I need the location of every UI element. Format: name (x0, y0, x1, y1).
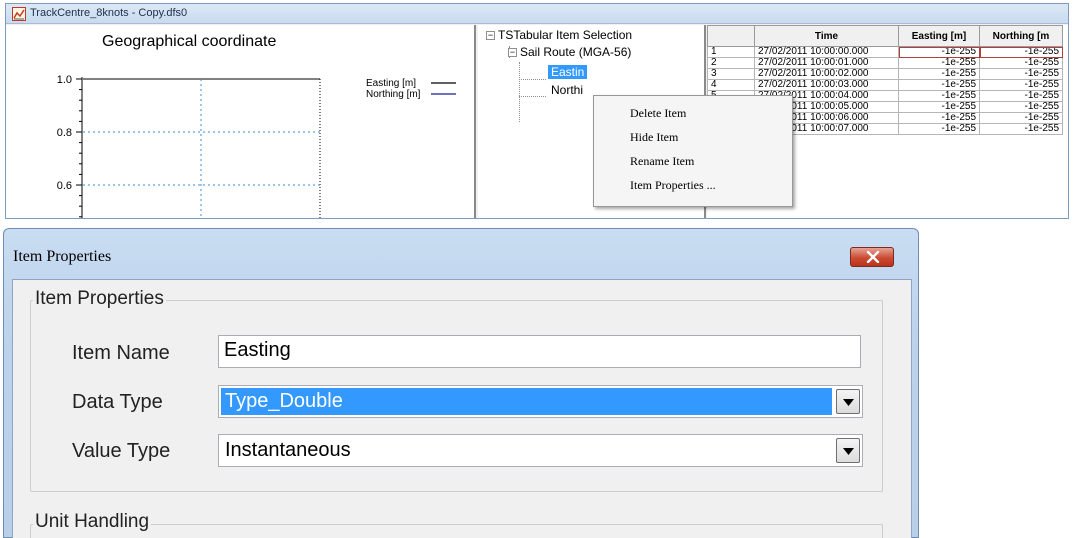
chart-legend: Easting [m]Northing [m] (366, 78, 456, 100)
cell-time[interactable]: 27/02/2011 10:00:03.000 (754, 79, 899, 91)
value-type-dropdown-button[interactable] (836, 438, 860, 463)
cell-northing[interactable]: -1e-255 (979, 90, 1063, 102)
column-header-time[interactable]: Time (754, 25, 899, 47)
tree-connector (519, 79, 546, 80)
cell-easting[interactable]: -1e-255 (898, 90, 980, 102)
window-titlebar[interactable]: TrackCentre_8knots - Copy.dfs0 (6, 4, 1068, 24)
cell-easting[interactable]: -1e-255 (898, 101, 980, 113)
value-type-label: Value Type (72, 440, 171, 462)
collapse-icon[interactable]: − (508, 48, 517, 57)
cell-easting[interactable]: -1e-255 (898, 46, 980, 58)
table-header-row: Time Easting [m] Northing [m (707, 25, 1063, 47)
chevron-down-icon (843, 448, 854, 455)
column-header-northing[interactable]: Northing [m (979, 25, 1063, 47)
data-type-select[interactable]: Type_Double (218, 385, 863, 418)
cell-easting[interactable]: -1e-255 (898, 79, 980, 91)
cell-northing[interactable]: -1e-255 (979, 123, 1063, 135)
plot-area: 1.0 0.8 0.6 (57, 74, 321, 218)
tree-item-label: Eastin (548, 65, 588, 79)
cell-easting[interactable]: -1e-255 (898, 123, 980, 135)
item-properties-dialog: Item Properties Item Properties Item Nam… (3, 228, 919, 538)
chart-pane[interactable]: Geographical coordinate 1.0 0.8 0.6 Eastin… (6, 25, 476, 218)
cell-northing[interactable]: -1e-255 (979, 57, 1063, 69)
y-tick-label: 1.0 (57, 74, 72, 86)
cell-northing[interactable]: -1e-255 (979, 101, 1063, 113)
cell-northing[interactable]: -1e-255 (979, 79, 1063, 91)
cell-northing[interactable]: -1e-255 (979, 46, 1063, 58)
cell-time[interactable]: 27/02/2011 10:00:01.000 (754, 57, 899, 69)
cell-index[interactable]: 1 (707, 46, 755, 58)
column-header-index[interactable] (707, 25, 755, 47)
legend-label: Northing [m] (366, 89, 421, 100)
collapse-icon[interactable]: − (486, 31, 495, 40)
data-type-dropdown-button[interactable] (836, 389, 860, 414)
unit-handling-group (30, 524, 883, 538)
chevron-down-icon (843, 399, 854, 406)
dfs0-editor-window: TrackCentre_8knots - Copy.dfs0 Geographi… (5, 3, 1069, 219)
column-header-easting[interactable]: Easting [m] (898, 25, 980, 47)
context-menu: Delete Item Hide Item Rename Item Item P… (593, 95, 793, 207)
table-row[interactable]: 4 27/02/2011 10:00:03.000 -1e-255 -1e-255 (707, 79, 1063, 91)
tree-item-label: Northi (551, 83, 584, 97)
tree-connector (519, 62, 520, 122)
cell-northing[interactable]: -1e-255 (979, 112, 1063, 124)
menu-item-delete-item[interactable]: Delete Item (630, 102, 686, 124)
item-name-label: Item Name (72, 342, 170, 364)
chart-title: Geographical coordinate (102, 33, 276, 50)
window-title: TrackCentre_8knots - Copy.dfs0 (30, 7, 188, 19)
y-tick-label: 0.8 (57, 127, 72, 139)
cell-index[interactable]: 4 (707, 79, 755, 91)
cell-northing[interactable]: -1e-255 (979, 68, 1063, 80)
menu-item-rename-item[interactable]: Rename Item (630, 150, 694, 172)
item-properties-group-legend: Item Properties (33, 288, 166, 310)
value-type-select[interactable]: Instantaneous (218, 434, 863, 467)
geographical-coordinate-chart: Geographical coordinate 1.0 0.8 0.6 Eastin… (57, 33, 456, 218)
tree-root-label: TSTabular Item Selection (498, 28, 633, 42)
cell-time[interactable]: 27/02/2011 10:00:00.000 (754, 46, 899, 58)
tree-connector (519, 96, 546, 97)
cell-index[interactable]: 2 (707, 57, 755, 69)
menu-item-hide-item[interactable]: Hide Item (630, 126, 678, 148)
item-name-field[interactable]: Easting (218, 335, 861, 368)
data-type-label: Data Type (72, 391, 163, 413)
y-tick-label: 0.6 (57, 180, 72, 192)
unit-handling-group-legend: Unit Handling (33, 511, 152, 533)
table-row[interactable]: 2 27/02/2011 10:00:01.000 -1e-255 -1e-255 (707, 57, 1063, 69)
table-row[interactable]: 1 27/02/2011 10:00:00.000 -1e-255 -1e-255 (707, 46, 1063, 58)
cell-index[interactable]: 3 (707, 68, 755, 80)
cell-easting[interactable]: -1e-255 (898, 112, 980, 124)
cell-time[interactable]: 27/02/2011 10:00:02.000 (754, 68, 899, 80)
data-type-value: Type_Double (221, 388, 832, 415)
menu-item-item-properties[interactable]: Item Properties ... (630, 174, 716, 196)
table-row[interactable]: 3 27/02/2011 10:00:02.000 -1e-255 -1e-255 (707, 68, 1063, 80)
dialog-title: Item Properties (13, 248, 112, 265)
close-icon (866, 251, 880, 263)
chart-app-icon (12, 7, 26, 21)
close-button[interactable] (850, 247, 894, 267)
cell-easting[interactable]: -1e-255 (898, 57, 980, 69)
tree-group-label: Sail Route (MGA-56) (520, 45, 632, 59)
cell-easting[interactable]: -1e-255 (898, 68, 980, 80)
legend-label: Easting [m] (366, 78, 416, 89)
value-type-value: Instantaneous (225, 439, 351, 461)
dialog-body: Item Properties Item Name Easting Data T… (12, 279, 912, 538)
